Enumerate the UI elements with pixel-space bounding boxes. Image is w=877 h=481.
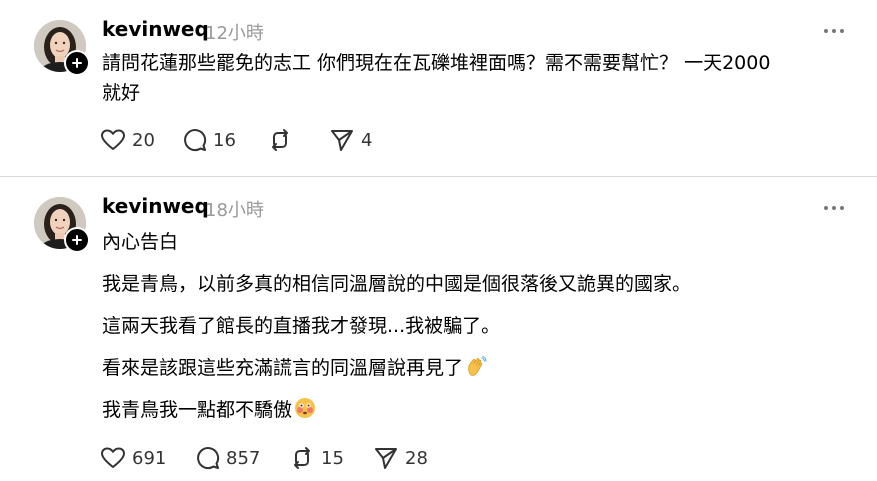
avatar[interactable] (34, 20, 90, 76)
timestamp[interactable]: 12小時 (205, 19, 264, 45)
more-options-button[interactable] (820, 21, 848, 41)
heart-icon (101, 447, 125, 468)
like-button[interactable]: 20 (100, 128, 183, 152)
post: kevinweq 12小時 請問花蓮那些罷免的志工 你們現在在瓦礫堆裡面嗎？需不… (0, 0, 877, 177)
share-count: 28 (405, 447, 428, 469)
comment-button[interactable]: 16 (183, 128, 267, 152)
repost-button[interactable]: 15 (289, 446, 373, 470)
more-options-icon (824, 206, 844, 210)
like-button[interactable]: 691 (100, 446, 196, 470)
plus-icon (72, 235, 82, 245)
more-options-button[interactable] (820, 198, 848, 218)
like-count: 691 (132, 447, 167, 469)
heart-icon (101, 129, 125, 150)
repost-button[interactable] (267, 128, 329, 152)
waving-hand-emoji (468, 355, 487, 376)
post-text-line: 就好 (102, 82, 141, 104)
post-text-line: 內心告白 (102, 231, 179, 253)
comment-bubble-icon (184, 129, 207, 152)
post-text-line: 這兩天我看了館長的直播我才發現...我被騙了。 (102, 315, 501, 337)
post-text-line: 我是青鳥，以前多真的相信同溫層說的中國是個很落後又詭異的國家。 (102, 273, 692, 295)
like-count: 20 (132, 129, 155, 151)
repost-arrows-icon (272, 129, 288, 151)
threads-feed: kevinweq 12小時 請問花蓮那些罷免的志工 你們現在在瓦礫堆裡面嗎？需不… (0, 0, 877, 481)
share-count: 4 (361, 129, 373, 151)
share-button[interactable]: 4 (329, 128, 372, 152)
comment-count: 16 (213, 129, 236, 151)
plus-icon (72, 58, 82, 68)
send-paper-plane-icon (375, 448, 397, 469)
comment-button[interactable]: 857 (196, 446, 289, 470)
post-text-content: 我青鳥我一點都不驕傲 (102, 399, 293, 421)
username[interactable]: kevinweq (102, 194, 209, 218)
action-bar: 691 857 15 28 (100, 443, 428, 473)
comment-bubble-icon (197, 447, 220, 470)
more-options-icon (824, 29, 844, 33)
flushed-face-emoji (295, 398, 316, 418)
post-text-line: 請問花蓮那些罷免的志工 你們現在在瓦礫堆裡面嗎？需不需要幫忙？ 一天2000 (102, 52, 771, 74)
post-text-content: 看來是該跟這些充滿謊言的同溫層說再見了 (102, 357, 464, 379)
avatar[interactable] (34, 197, 90, 253)
username[interactable]: kevinweq (102, 17, 209, 41)
follow-button[interactable] (64, 50, 90, 76)
action-bar: 20 16 4 (100, 125, 372, 155)
comment-count: 857 (226, 447, 261, 469)
share-button[interactable]: 28 (373, 446, 428, 470)
send-paper-plane-icon (331, 130, 353, 151)
post-text-line: 我青鳥我一點都不驕傲 (102, 397, 316, 423)
repost-arrows-icon (294, 447, 310, 469)
post-text-line: 看來是該跟這些充滿謊言的同溫層說再見了 (102, 355, 487, 381)
follow-button[interactable] (64, 227, 90, 253)
post: kevinweq 18小時 內心告白 我是青鳥，以前多真的相信同溫層說的中國是個… (0, 177, 877, 481)
repost-count: 15 (321, 447, 344, 469)
timestamp[interactable]: 18小時 (205, 196, 264, 222)
